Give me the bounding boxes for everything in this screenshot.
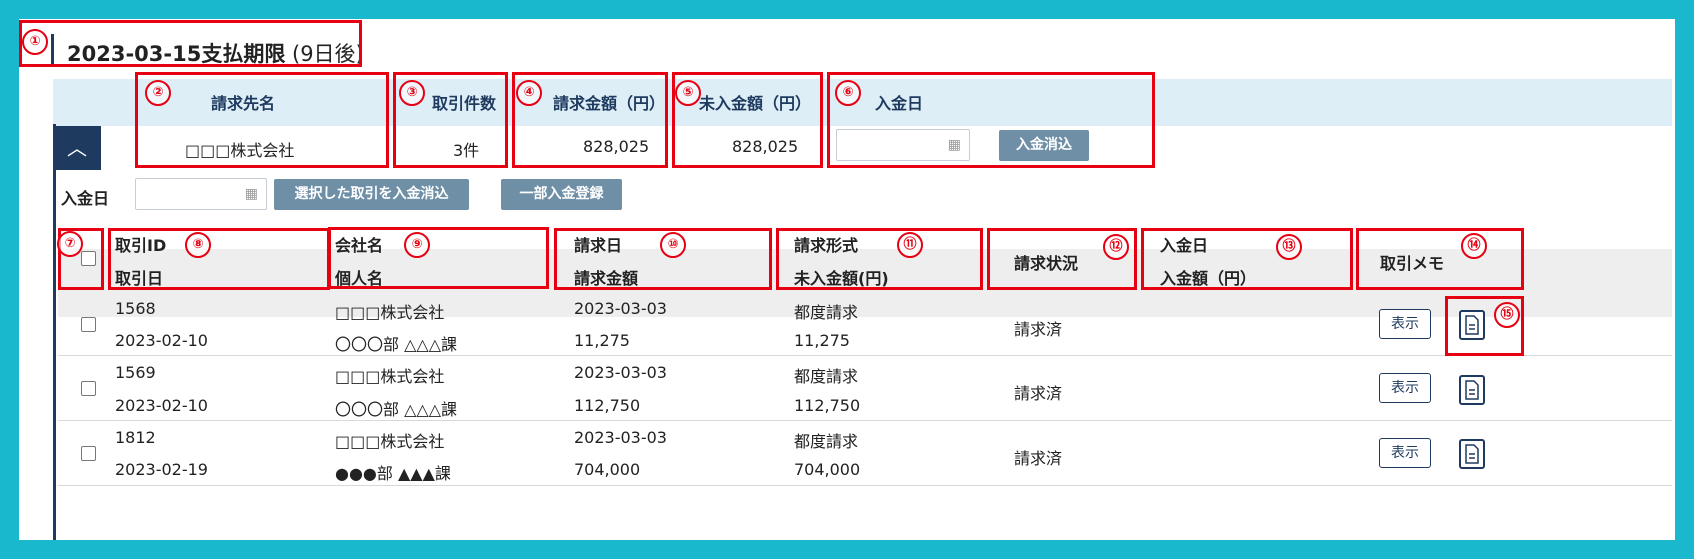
annotation-number-5: ⑤ [675, 80, 701, 106]
document-icon[interactable] [1459, 439, 1485, 469]
row-transaction-id: 1569 [115, 363, 156, 382]
annotation-number-7: ⑦ [57, 231, 83, 257]
row-person: 〇〇〇部 △△△課 [335, 400, 458, 419]
annotation-box-11 [776, 228, 983, 290]
annotation-number-11: ⑪ [897, 232, 923, 258]
row-transaction-id: 1568 [115, 299, 156, 318]
row-status: 請求済 [1014, 449, 1063, 468]
row-bill-type: 都度請求 [794, 367, 859, 386]
row-bill-date: 2023-03-03 [574, 428, 667, 447]
row-person: ●●●部 ▲▲▲課 [335, 464, 451, 483]
annotation-number-1: ① [22, 29, 48, 55]
row-unpaid: 11,275 [794, 331, 850, 350]
bulk-payment-date-label: 入金日 [61, 189, 110, 208]
annotation-number-14: ⑭ [1461, 233, 1487, 259]
annotation-number-8: ⑧ [185, 232, 211, 258]
chevron-up-icon: ︿ [67, 136, 87, 160]
partial-payment-register-button[interactable]: 一部入金登録 [501, 179, 622, 210]
row-bill-date: 2023-03-03 [574, 363, 667, 382]
annotation-box-8 [108, 228, 330, 290]
annotation-box-9 [328, 227, 549, 289]
row-bill-amount: 704,000 [574, 460, 641, 479]
show-memo-button[interactable]: 表示 [1379, 373, 1431, 403]
row-bill-type: 都度請求 [794, 432, 859, 451]
row-divider [58, 485, 1672, 486]
clear-selected-button[interactable]: 選択した取引を入金消込 [274, 179, 469, 210]
annotation-number-4: ④ [516, 80, 542, 106]
annotation-number-3: ③ [399, 80, 425, 106]
annotation-number-13: ⑬ [1276, 234, 1302, 260]
row-unpaid: 112,750 [794, 396, 861, 415]
row-transaction-id: 1812 [115, 428, 156, 447]
annotation-number-2: ② [145, 80, 171, 106]
annotation-box-6 [827, 72, 1155, 168]
annotation-number-10: ⑩ [660, 232, 686, 258]
row-checkbox[interactable] [81, 381, 96, 396]
row-bill-amount: 11,275 [574, 331, 630, 350]
row-divider [58, 355, 1672, 356]
row-bill-date: 2023-03-03 [574, 299, 667, 318]
annotation-box-14 [1356, 228, 1524, 290]
row-bill-type: 都度請求 [794, 303, 859, 322]
row-transaction-date: 2023-02-10 [115, 331, 208, 350]
row-unpaid: 704,000 [794, 460, 861, 479]
row-company: □□□株式会社 [335, 303, 445, 322]
collapse-toggle-button[interactable]: ︿ [53, 126, 101, 170]
annotation-number-6: ⑥ [835, 80, 861, 106]
show-memo-button[interactable]: 表示 [1379, 309, 1431, 339]
show-memo-button[interactable]: 表示 [1379, 438, 1431, 468]
row-status: 請求済 [1014, 384, 1063, 403]
row-divider [58, 420, 1672, 421]
annotation-box-2 [135, 72, 389, 168]
annotation-number-9: ⑨ [404, 232, 430, 258]
annotation-number-12: ⑫ [1103, 234, 1129, 260]
row-person: 〇〇〇部 △△△課 [335, 335, 458, 354]
group-left-rail [53, 124, 56, 540]
annotation-number-15: ⑮ [1494, 302, 1520, 328]
row-checkbox[interactable] [81, 317, 96, 332]
row-transaction-date: 2023-02-10 [115, 396, 208, 415]
row-company: □□□株式会社 [335, 367, 445, 386]
annotation-box-13 [1141, 228, 1353, 290]
row-bill-amount: 112,750 [574, 396, 641, 415]
payment-panel: 2023-03-15支払期限 (9日後) 請求先名 取引件数 請求金額（円） 未… [19, 19, 1675, 540]
row-transaction-date: 2023-02-19 [115, 460, 208, 479]
bulk-payment-date-input[interactable]: ▦ [135, 178, 267, 210]
row-company: □□□株式会社 [335, 432, 445, 451]
annotation-box-1 [19, 20, 362, 67]
document-icon[interactable] [1459, 375, 1485, 405]
calendar-icon: ▦ [244, 186, 258, 202]
row-checkbox[interactable] [81, 446, 96, 461]
row-status: 請求済 [1014, 320, 1063, 339]
